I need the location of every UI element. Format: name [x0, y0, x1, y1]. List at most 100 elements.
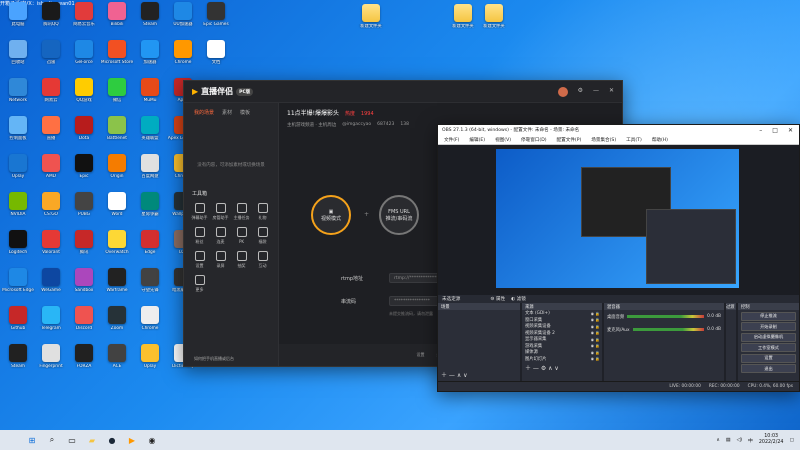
desktop-icon[interactable]: Network — [2, 76, 34, 116]
ime-icon[interactable]: 中 — [748, 437, 753, 444]
tool-item[interactable]: 粉丝 — [190, 227, 209, 245]
tool-item[interactable]: 房管助手 — [211, 203, 230, 221]
tool-item[interactable]: 福袋 — [253, 227, 272, 245]
desktop-icon[interactable]: Word — [101, 190, 133, 230]
obs-menu-item[interactable]: 编辑(E) — [469, 137, 485, 143]
tool-item[interactable]: 连麦 — [211, 227, 230, 245]
desktop-icon[interactable]: Edge — [134, 228, 166, 268]
help-hint[interactable]: 如何把手机直播或后台 — [194, 356, 234, 362]
desktop-icon[interactable]: 控制面板 — [2, 114, 34, 154]
desktop-icon[interactable]: 守望先锋 — [134, 266, 166, 306]
desktop-icon[interactable]: 微信 — [101, 76, 133, 116]
desktop-icon[interactable]: Chrome — [134, 304, 166, 344]
clock[interactable]: 10:03 2022/2/24 — [759, 434, 784, 446]
obs-menu-item[interactable]: 帮助(H) — [652, 137, 668, 143]
live-app-taskbar-icon[interactable]: ▶ — [124, 432, 140, 448]
desktop-icon[interactable]: 回收站 — [2, 38, 34, 78]
minimize-button[interactable]: – — [759, 127, 762, 134]
properties-icon[interactable]: ⚙ 属性 — [490, 296, 505, 302]
desktop-icon[interactable]: Zoom — [101, 304, 133, 344]
tool-item[interactable]: 抽奖 — [232, 251, 251, 269]
eye-lock-icon[interactable]: ◉ 🔒 — [591, 350, 602, 355]
desktop-icon[interactable]: 文档 — [200, 38, 232, 78]
desktop-icon[interactable]: Warframe — [101, 266, 133, 306]
desktop-icon[interactable]: 迅雷 — [35, 38, 67, 78]
control-button[interactable]: 停止推流 — [741, 311, 796, 321]
desktop-icon[interactable]: Fingerprint — [35, 342, 67, 382]
desktop-icon[interactable]: ACE — [101, 342, 133, 382]
obs-menu-item[interactable]: 工具(T) — [626, 137, 642, 143]
desktop-icon[interactable]: 腾讯QQ — [35, 0, 67, 40]
desktop-icon[interactable]: Sandbox — [68, 266, 100, 306]
desktop-icon[interactable]: Bilibili — [101, 0, 133, 40]
desktop-icon[interactable]: 百度网盘 — [134, 152, 166, 192]
eye-lock-icon[interactable]: ◉ 🔒 — [591, 317, 602, 322]
desktop-icon[interactable]: Valorant — [35, 228, 67, 268]
tool-item[interactable]: 礼物 — [253, 203, 272, 221]
desktop-icon[interactable]: 此电脑 — [2, 0, 34, 40]
eye-lock-icon[interactable]: ◉ 🔒 — [591, 311, 602, 316]
desktop-icon[interactable]: Battlenet — [101, 114, 133, 154]
tool-item[interactable]: 互动 — [253, 251, 272, 269]
stream-title[interactable]: 11点半爆!爆爆影头 — [287, 110, 339, 117]
folder-icon-item[interactable]: 新建文件夹 — [478, 2, 510, 42]
eye-lock-icon[interactable]: ◉ 🔒 — [591, 324, 602, 329]
desktop-icon[interactable]: FORZA — [68, 342, 100, 382]
start-button[interactable]: ⊞ — [24, 432, 40, 448]
close-button[interactable]: ✕ — [788, 127, 793, 134]
scene-add-remove[interactable]: ＋ — ∧ ∨ — [438, 368, 520, 381]
obs-menu-item[interactable]: 文件(F) — [444, 137, 459, 143]
tool-item[interactable]: 设置 — [190, 251, 209, 269]
volume-meter[interactable] — [627, 315, 705, 318]
desktop-icon[interactable]: Logitech — [2, 228, 34, 268]
eye-lock-icon[interactable]: ◉ 🔒 — [591, 337, 602, 342]
desktop-icon[interactable]: Microsoft Store — [101, 38, 133, 78]
eye-lock-icon[interactable]: ◉ 🔒 — [591, 330, 602, 335]
tray-chevron-icon[interactable]: ∧ — [716, 438, 720, 443]
tab-template[interactable]: 模板 — [240, 109, 250, 116]
tool-item[interactable]: 弹幕助手 — [190, 203, 209, 221]
volume-icon[interactable]: ◁) — [736, 438, 742, 443]
fms-url-option[interactable]: FMS URL 推流/串码流 — [379, 195, 419, 235]
desktop-icon[interactable]: 网易云音乐 — [68, 0, 100, 40]
control-button[interactable]: 启动虚拟摄像机 — [741, 332, 796, 342]
desktop-icon[interactable]: MuMu — [134, 76, 166, 116]
tab-material[interactable]: 素材 — [222, 109, 232, 116]
filters-icon[interactable]: ◐ 滤镜 — [511, 296, 526, 302]
avatar[interactable] — [557, 86, 568, 97]
search-icon[interactable]: ⌕ — [44, 432, 60, 448]
tool-item[interactable]: 主播任务 — [232, 203, 251, 221]
desktop-icon[interactable]: 加速器 — [134, 38, 166, 78]
desktop-icon[interactable]: Microsoft Edge — [2, 266, 34, 306]
obs-menu-item[interactable]: 场景集合(S) — [591, 137, 616, 143]
video-mode-option[interactable]: ▣ 视频模式 — [311, 195, 351, 235]
obs-menu-item[interactable]: 视图(V) — [495, 137, 511, 143]
desktop-icon[interactable]: UU加速器 — [167, 0, 199, 40]
tool-item[interactable]: 更多 — [190, 275, 209, 293]
close-icon[interactable]: ✕ — [609, 87, 614, 97]
desktop-icon[interactable]: Discord — [68, 304, 100, 344]
tool-item[interactable]: 录屏 — [211, 251, 230, 269]
eye-lock-icon[interactable]: ◉ 🔒 — [591, 343, 602, 348]
desktop-icon[interactable]: Telegram — [35, 304, 67, 344]
obs-window[interactable]: OBS 27.1.3 (64-bit, windows) - 配置文件: 未命名… — [437, 124, 800, 392]
control-button[interactable]: 设置 — [741, 353, 796, 363]
desktop-icon[interactable]: Overwatch — [101, 228, 133, 268]
desktop-icon[interactable]: Uplay — [2, 152, 34, 192]
eye-lock-icon[interactable]: ◉ 🔒 — [591, 356, 602, 361]
obs-menu-item[interactable]: 配置文件(P) — [557, 137, 582, 143]
stream-category[interactable]: 主机游戏频道 · 主机周边 — [287, 122, 336, 128]
steam-taskbar-icon[interactable]: ● — [104, 432, 120, 448]
desktop-icon[interactable]: GeForce — [68, 38, 100, 78]
settings-icon[interactable]: ⚙ — [578, 87, 583, 97]
desktop-icon[interactable]: WeGame — [35, 266, 67, 306]
desktop-icon[interactable]: Epic — [68, 152, 100, 192]
maximize-button[interactable]: □ — [772, 127, 778, 134]
desktop-icon[interactable]: NVIDIA — [2, 190, 34, 230]
folder-icon-item[interactable]: 新建文件夹 — [447, 2, 479, 42]
desktop-icon[interactable]: Dota — [68, 114, 100, 154]
desktop-icon[interactable]: PUBG — [68, 190, 100, 230]
desktop-icon[interactable]: QQ游戏 — [68, 76, 100, 116]
obs-taskbar-icon[interactable]: ◉ — [144, 432, 160, 448]
desktop-icon[interactable]: CS:GO — [35, 190, 67, 230]
